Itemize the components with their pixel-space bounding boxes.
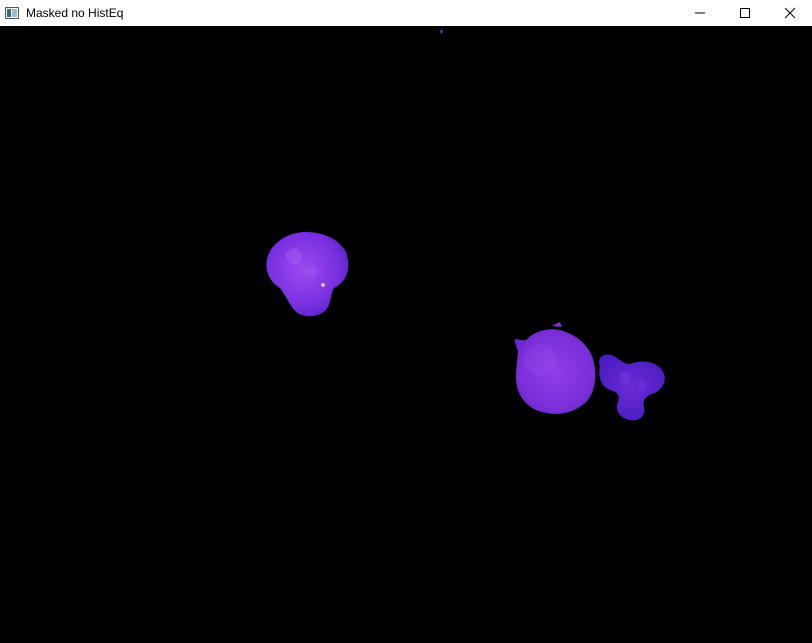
speck-top <box>440 29 443 34</box>
masked-image <box>266 29 665 421</box>
cell-right-large <box>514 329 596 414</box>
minimize-icon <box>694 12 705 14</box>
window-app-icon[interactable] <box>4 5 20 21</box>
cell-right-small <box>599 354 665 421</box>
image-canvas[interactable] <box>0 26 812 643</box>
window-title: Masked no HistEq <box>26 6 124 20</box>
title-bar[interactable]: Masked no HistEq <box>0 0 812 26</box>
app-window: Masked no HistEq <box>0 0 812 643</box>
minimize-button[interactable] <box>677 0 722 26</box>
maximize-icon <box>739 8 750 18</box>
close-button[interactable] <box>767 0 812 26</box>
close-icon <box>784 7 795 19</box>
maximize-button[interactable] <box>722 0 767 26</box>
window-controls <box>677 0 812 26</box>
